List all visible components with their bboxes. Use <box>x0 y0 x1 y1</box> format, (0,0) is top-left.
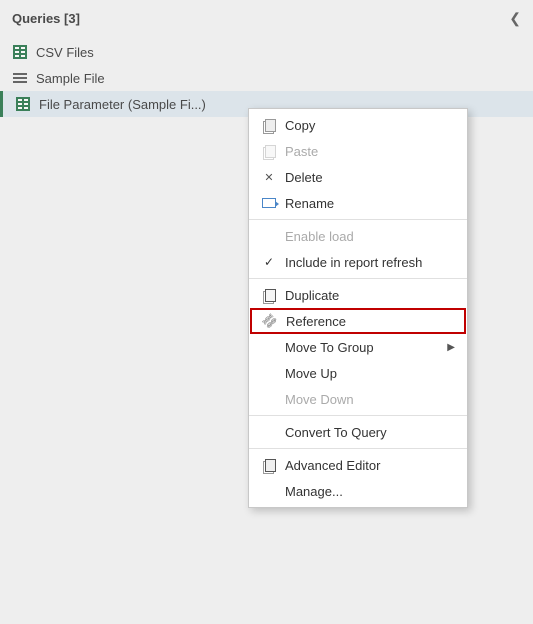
move-down-icon <box>261 391 277 407</box>
menu-label-enable-load: Enable load <box>285 229 455 244</box>
divider-3 <box>249 415 467 416</box>
divider-1 <box>249 219 467 220</box>
menu-item-reference[interactable]: Reference <box>250 308 466 334</box>
menu-item-move-down[interactable]: Move Down <box>249 386 467 412</box>
paste-icon <box>261 143 277 159</box>
submenu-arrow: ▶ <box>447 342 455 353</box>
divider-2 <box>249 278 467 279</box>
menu-label-delete: Delete <box>285 170 455 185</box>
menu-label-manage: Manage... <box>285 484 455 499</box>
menu-label-move-to-group: Move To Group <box>285 340 439 355</box>
reference-icon <box>262 313 278 329</box>
advanced-editor-icon <box>261 457 277 473</box>
menu-label-rename: Rename <box>285 196 455 211</box>
menu-label-include-report: Include in report refresh <box>285 255 455 270</box>
menu-item-advanced-editor[interactable]: Advanced Editor <box>249 452 467 478</box>
manage-icon <box>261 483 277 499</box>
enable-load-icon <box>261 228 277 244</box>
menu-item-duplicate[interactable]: Duplicate <box>249 282 467 308</box>
rename-icon <box>261 195 277 211</box>
menu-item-manage[interactable]: Manage... <box>249 478 467 504</box>
menu-label-move-down: Move Down <box>285 392 455 407</box>
menu-item-delete[interactable]: Delete <box>249 164 467 190</box>
copy-icon <box>261 117 277 133</box>
menu-item-convert-to-query[interactable]: Convert To Query <box>249 419 467 445</box>
menu-item-paste[interactable]: Paste <box>249 138 467 164</box>
menu-item-enable-load[interactable]: Enable load <box>249 223 467 249</box>
move-to-group-icon <box>261 339 277 355</box>
menu-label-duplicate: Duplicate <box>285 288 455 303</box>
sidebar-panel: Queries [3] ❮ CSV Files <box>0 0 533 624</box>
menu-label-reference: Reference <box>286 314 454 329</box>
menu-label-advanced-editor: Advanced Editor <box>285 458 455 473</box>
menu-label-convert: Convert To Query <box>285 425 455 440</box>
menu-item-move-to-group[interactable]: Move To Group ▶ <box>249 334 467 360</box>
menu-item-move-up[interactable]: Move Up <box>249 360 467 386</box>
menu-label-paste: Paste <box>285 144 455 159</box>
convert-icon <box>261 424 277 440</box>
move-up-icon <box>261 365 277 381</box>
menu-item-rename[interactable]: Rename <box>249 190 467 216</box>
menu-label-copy: Copy <box>285 118 455 133</box>
menu-label-move-up: Move Up <box>285 366 455 381</box>
context-menu: Copy Paste Delete Rename Enable load Inc… <box>248 108 468 508</box>
divider-4 <box>249 448 467 449</box>
delete-icon <box>261 169 277 185</box>
checkmark-icon <box>261 254 277 270</box>
menu-item-copy[interactable]: Copy <box>249 112 467 138</box>
menu-item-include-report[interactable]: Include in report refresh <box>249 249 467 275</box>
duplicate-icon <box>261 287 277 303</box>
